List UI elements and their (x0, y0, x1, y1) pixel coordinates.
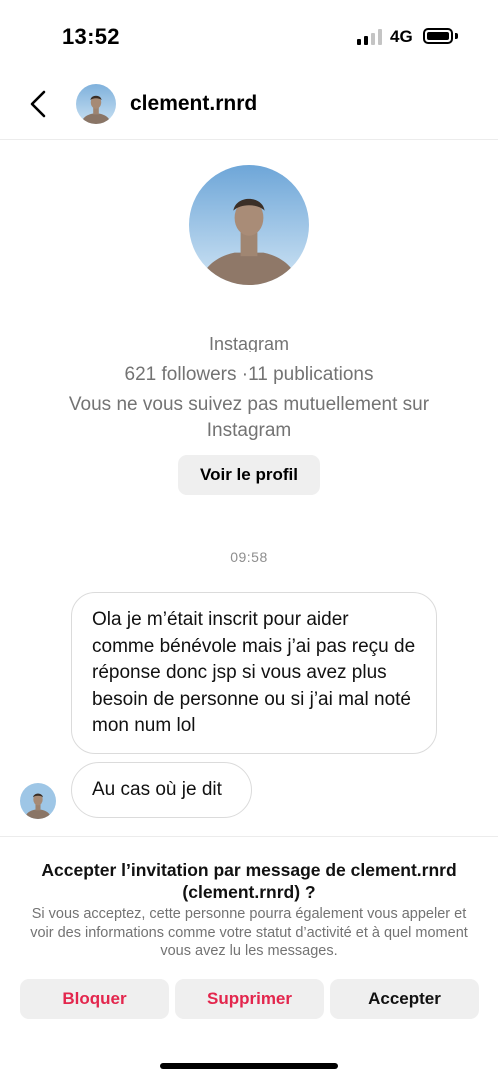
chevron-left-icon[interactable] (22, 86, 58, 122)
network-label: 4G (390, 27, 413, 46)
message-bubble[interactable]: Au cas où je dit (71, 762, 252, 818)
profile-subtitle-wrap: Instagram (0, 330, 498, 352)
profile-photo[interactable] (189, 165, 309, 285)
chat-header: clement.rnrd (0, 70, 498, 140)
sender-avatar[interactable] (20, 783, 56, 819)
signal-icon (357, 29, 383, 45)
message-timestamp: 09:58 (230, 549, 268, 565)
avatar[interactable] (76, 84, 116, 124)
battery-icon (423, 28, 453, 44)
status-time: 13:52 (62, 24, 120, 49)
message-bubble[interactable]: Ola je m’était inscrit pour aider comme … (71, 592, 437, 754)
message-request-panel: Accepter l’invitation par message de cle… (0, 836, 498, 1080)
header-username[interactable]: clement.rnrd (130, 92, 257, 116)
status-bar: 13:52 4G (0, 0, 498, 70)
view-profile-button[interactable]: Voir le profil (178, 455, 320, 495)
profile-subtitle: Instagram (208, 334, 290, 352)
home-indicator[interactable] (160, 1063, 338, 1069)
battery-tip (455, 33, 458, 39)
profile-stats: 621 followers ·11 publications (124, 364, 374, 385)
delete-button[interactable]: Supprimer (175, 979, 324, 1019)
accept-button[interactable]: Accepter (330, 979, 479, 1019)
invite-title: Accepter l’invitation par message de cle… (41, 860, 457, 902)
invite-description: Si vous acceptez, cette personne pourra … (30, 906, 468, 959)
mutual-follow-note: Vous ne vous suivez pas mutuellement sur… (68, 394, 430, 441)
block-button[interactable]: Bloquer (20, 979, 169, 1019)
